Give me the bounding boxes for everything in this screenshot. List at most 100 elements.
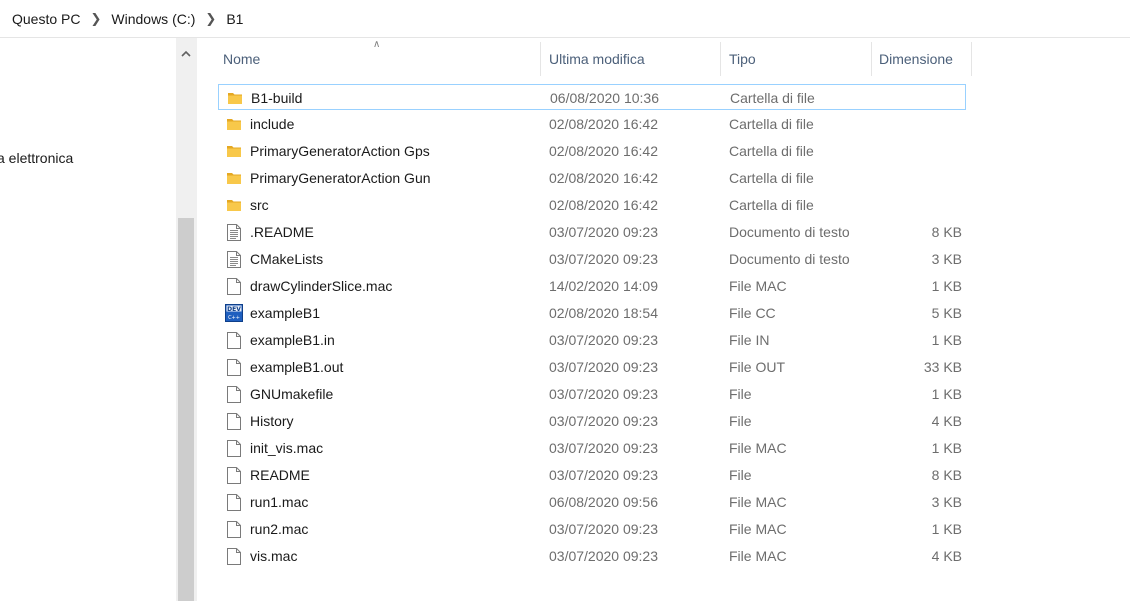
file-size: 1 KB: [931, 278, 962, 294]
column-name[interactable]: ∧ Nome: [218, 39, 541, 76]
column-size[interactable]: Dimensione: [872, 42, 972, 76]
file-name: PrimaryGeneratorAction Gun: [250, 170, 431, 186]
file-modified: 03/07/2020 09:23: [549, 251, 658, 267]
file-modified: 02/08/2020 16:42: [549, 170, 658, 186]
file-modified: 03/07/2020 09:23: [549, 386, 658, 402]
address-bar[interactable]: Questo PC ❯ Windows (C:) ❯ B1: [0, 0, 1130, 38]
navigation-scrollbar[interactable]: [176, 38, 196, 601]
blank-file-icon: [225, 408, 243, 434]
file-name: run1.mac: [250, 494, 309, 510]
file-size: [878, 111, 962, 137]
file-row[interactable]: init_vis.mac 03/07/2020 09:23 File MAC 1 KB: [218, 435, 966, 461]
blank-file-icon: [225, 354, 243, 380]
column-type-label: Tipo: [729, 51, 756, 67]
scroll-thumb[interactable]: [178, 218, 194, 601]
file-row[interactable]: History 03/07/2020 09:23 File 4 KB: [218, 408, 966, 434]
file-row[interactable]: DEV C++ exampleB1 02/08/2020 18:54 File CC 5 …: [218, 300, 966, 326]
file-type: File: [729, 413, 752, 429]
file-modified: 03/07/2020 09:23: [549, 332, 658, 348]
nav-item-partial[interactable]: a elettronica: [0, 150, 73, 166]
file-row[interactable]: B1-build 06/08/2020 10:36 Cartella di file: [218, 84, 966, 110]
file-name: drawCylinderSlice.mac: [250, 278, 393, 294]
file-size: [878, 165, 962, 191]
file-modified: 03/07/2020 09:23: [549, 467, 658, 483]
file-row[interactable]: CMakeLists 03/07/2020 09:23 Documento di t…: [218, 246, 966, 272]
file-modified: 02/08/2020 16:42: [549, 143, 658, 159]
file-modified: 03/07/2020 09:23: [549, 440, 658, 456]
sort-ascending-icon: ∧: [373, 39, 381, 50]
blank-file-icon: [225, 462, 243, 488]
file-modified: 03/07/2020 09:23: [549, 521, 658, 537]
file-type: File OUT: [729, 359, 785, 375]
file-modified: 03/07/2020 09:23: [549, 224, 658, 240]
file-size: 1 KB: [931, 521, 962, 537]
file-name: run2.mac: [250, 521, 309, 537]
file-size: 5 KB: [931, 305, 962, 321]
file-type: File MAC: [729, 494, 787, 510]
file-type: File MAC: [729, 548, 787, 564]
file-size: 4 KB: [931, 548, 962, 564]
file-name: PrimaryGeneratorAction Gps: [250, 143, 430, 159]
file-type: File IN: [729, 332, 770, 348]
pane-divider[interactable]: [196, 38, 197, 601]
file-row[interactable]: vis.mac 03/07/2020 09:23 File MAC 4 KB: [218, 543, 966, 569]
text-document-icon: [225, 246, 243, 272]
folder-icon: [225, 192, 243, 218]
file-row[interactable]: run1.mac 06/08/2020 09:56 File MAC 3 KB: [218, 489, 966, 515]
file-type: Cartella di file: [730, 90, 815, 106]
file-row[interactable]: exampleB1.out 03/07/2020 09:23 File OUT 33 …: [218, 354, 966, 380]
file-type: Documento di testo: [729, 251, 850, 267]
file-size: 1 KB: [931, 440, 962, 456]
file-row[interactable]: src 02/08/2020 16:42 Cartella di file: [218, 192, 966, 218]
file-row[interactable]: run2.mac 03/07/2020 09:23 File MAC 1 KB: [218, 516, 966, 542]
file-row[interactable]: PrimaryGeneratorAction Gps 02/08/2020 16:…: [218, 138, 966, 164]
file-modified: 03/07/2020 09:23: [549, 548, 658, 564]
file-name: B1-build: [251, 90, 303, 106]
file-row[interactable]: drawCylinderSlice.mac 14/02/2020 14:09 Fil…: [218, 273, 966, 299]
blank-file-icon: [225, 543, 243, 569]
file-modified: 02/08/2020 18:54: [549, 305, 658, 321]
file-size: 8 KB: [931, 467, 962, 483]
file-name: .README: [250, 224, 314, 240]
file-row[interactable]: .README 03/07/2020 09:23 Documento di test…: [218, 219, 966, 245]
breadcrumb-questo-pc[interactable]: Questo PC: [10, 11, 82, 27]
file-name: exampleB1: [250, 305, 321, 321]
blank-file-icon: [225, 516, 243, 542]
file-type: File MAC: [729, 440, 787, 456]
scroll-up-icon[interactable]: [176, 44, 196, 62]
svg-text:DEV: DEV: [227, 306, 241, 313]
file-name: History: [250, 413, 294, 429]
blank-file-icon: [225, 327, 243, 353]
file-size: [879, 85, 963, 111]
file-name: include: [250, 116, 295, 132]
file-type: Documento di testo: [729, 224, 850, 240]
file-type: Cartella di file: [729, 197, 814, 213]
folder-icon: [225, 165, 243, 191]
file-row[interactable]: GNUmakefile 03/07/2020 09:23 File 1 KB: [218, 381, 966, 407]
column-name-label: Nome: [223, 51, 261, 67]
breadcrumb-b1[interactable]: B1: [224, 11, 245, 27]
blank-file-icon: [225, 381, 243, 407]
column-modified[interactable]: Ultima modifica: [541, 42, 721, 76]
file-row[interactable]: exampleB1.in 03/07/2020 09:23 File IN 1 KB: [218, 327, 966, 353]
blank-file-icon: [225, 435, 243, 461]
folder-icon: [226, 85, 244, 111]
file-name: GNUmakefile: [250, 386, 334, 402]
svg-text:C++: C++: [228, 315, 240, 321]
file-row[interactable]: README 03/07/2020 09:23 File 8 KB: [218, 462, 966, 488]
file-row[interactable]: PrimaryGeneratorAction Gun 02/08/2020 16:…: [218, 165, 966, 191]
column-type[interactable]: Tipo: [721, 42, 872, 76]
chevron-right-icon[interactable]: ❯: [90, 11, 101, 27]
breadcrumb-windows-c[interactable]: Windows (C:): [109, 11, 197, 27]
file-size: 1 KB: [931, 332, 962, 348]
file-size: 3 KB: [931, 494, 962, 510]
file-type: File MAC: [729, 278, 787, 294]
dev-cpp-file-icon: DEV C++: [225, 300, 243, 326]
text-document-icon: [225, 219, 243, 245]
chevron-right-icon[interactable]: ❯: [205, 11, 216, 27]
file-size: 33 KB: [923, 359, 962, 375]
file-name: exampleB1.in: [250, 332, 335, 348]
file-type: Cartella di file: [729, 116, 814, 132]
file-row[interactable]: include 02/08/2020 16:42 Cartella di file: [218, 111, 966, 137]
breadcrumb: Questo PC ❯ Windows (C:) ❯ B1: [10, 8, 245, 30]
